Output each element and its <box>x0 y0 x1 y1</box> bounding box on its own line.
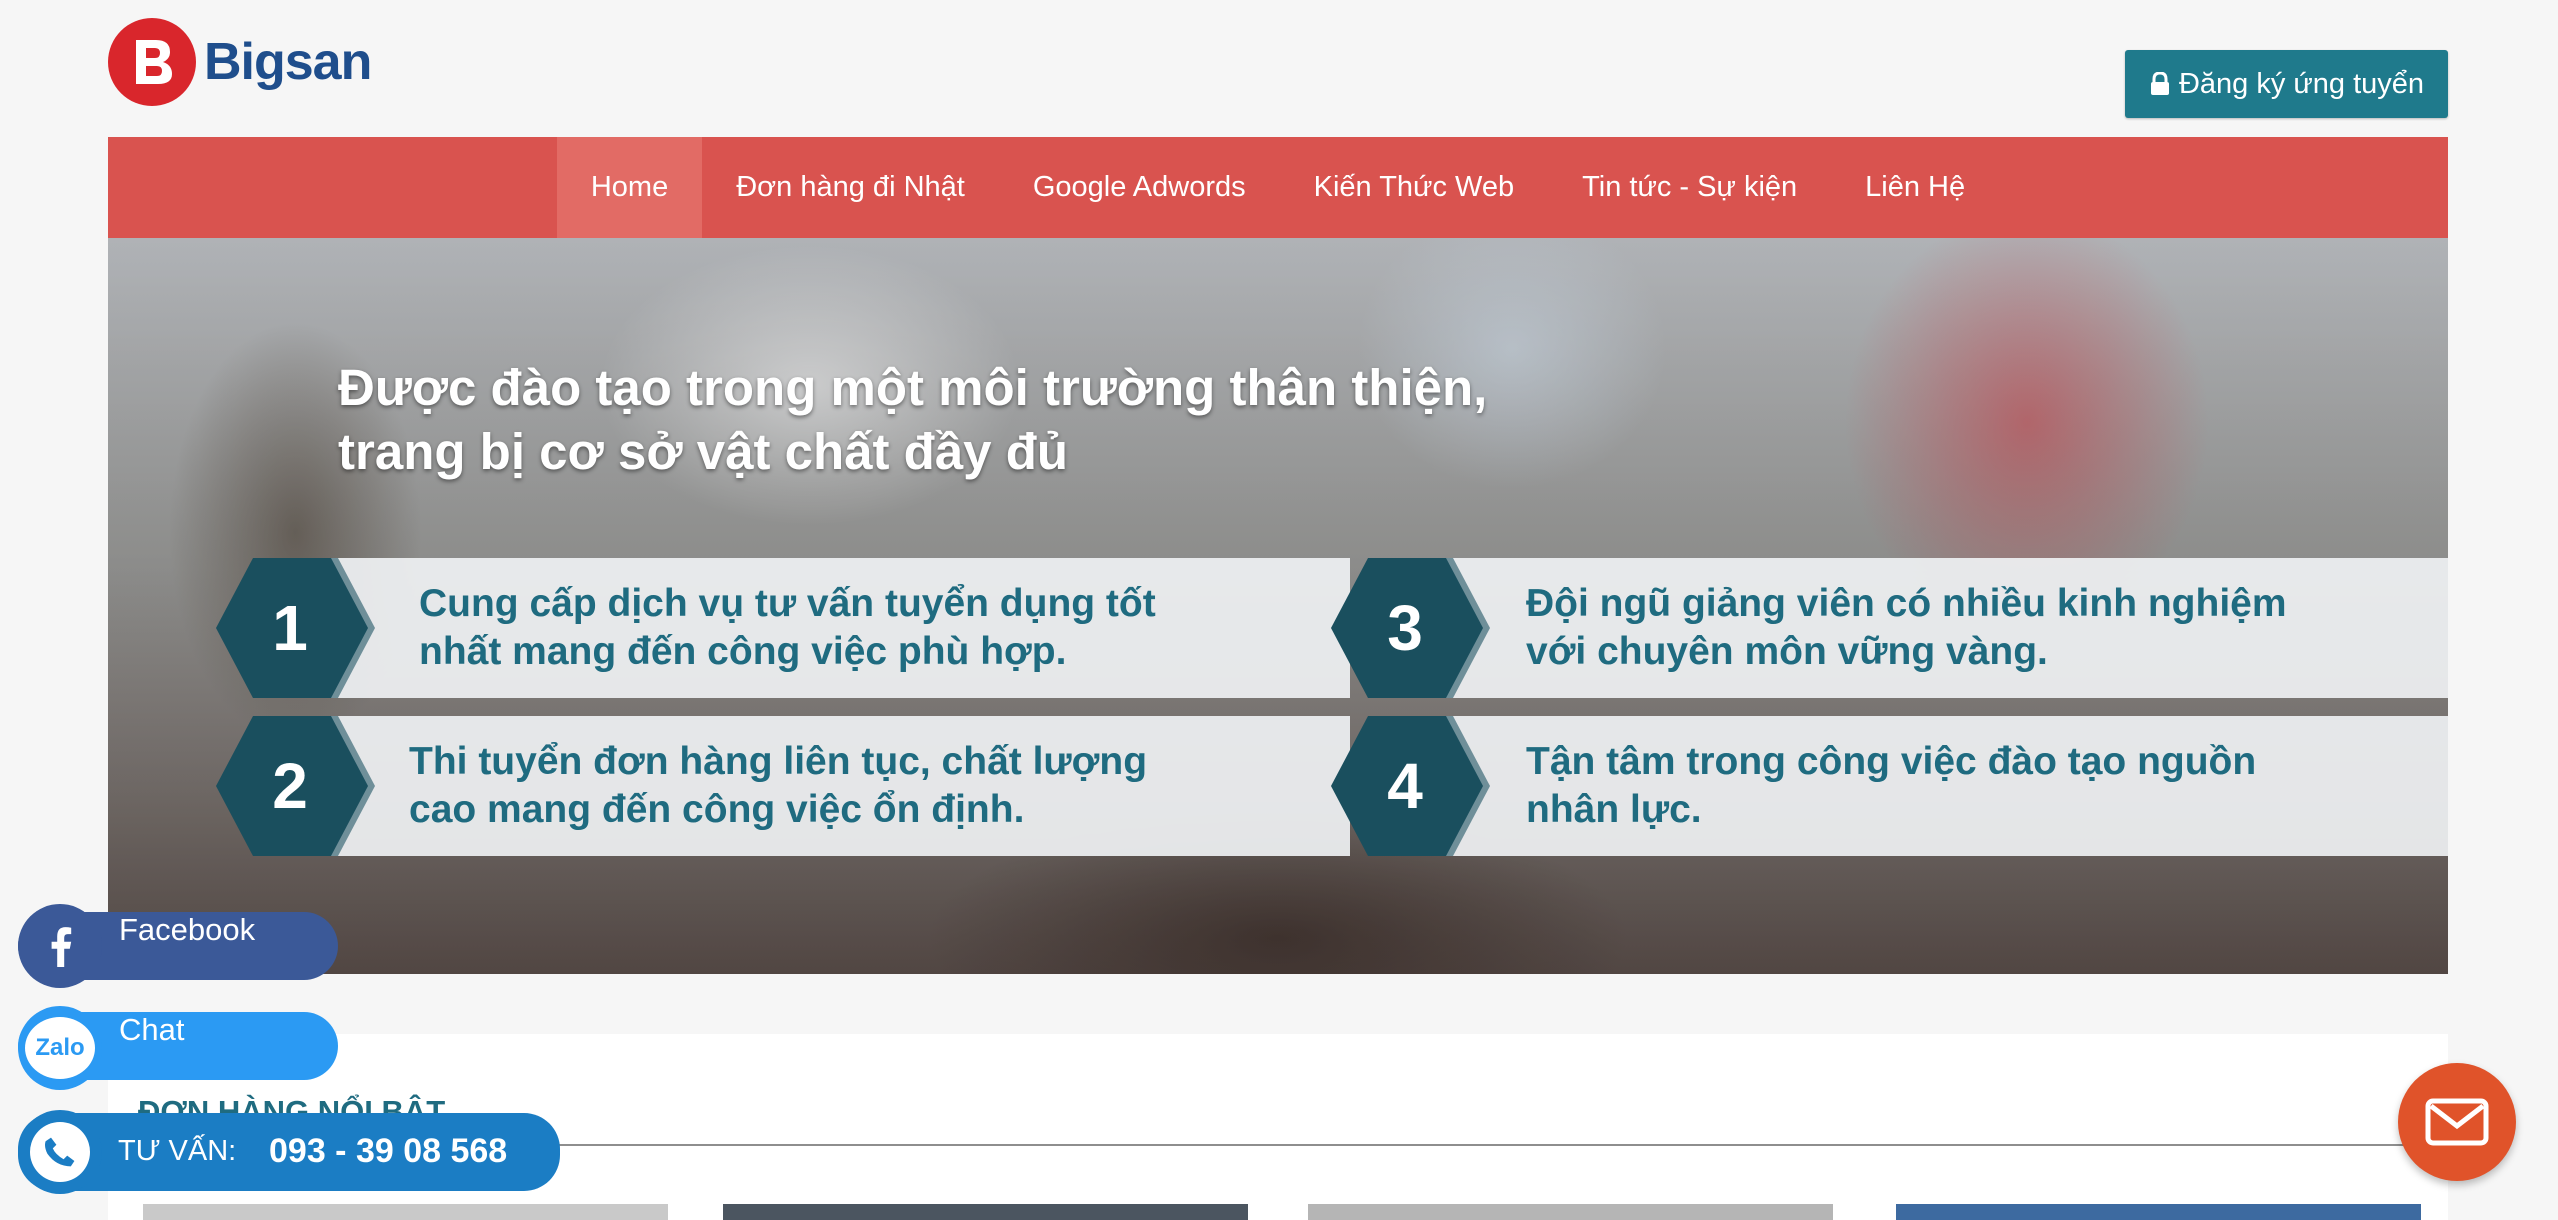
lock-icon <box>2150 72 2169 95</box>
feature-text-line: nhân lực. <box>1526 788 1702 831</box>
hexagon-badge: 1 <box>215 556 375 700</box>
register-button-label: Đăng ký ứng tuyển <box>2178 67 2425 100</box>
zalo-icon: Zalo <box>18 1006 102 1090</box>
nav-item-home[interactable]: Home <box>556 137 703 238</box>
zalo-icon-text: Zalo <box>25 1017 95 1079</box>
logo-b-icon <box>108 18 196 106</box>
feature-item-2: Thi tuyển đơn hàng liên tục, chất lượng … <box>215 716 1350 856</box>
order-thumbnail[interactable] <box>143 1204 668 1220</box>
hexagon-badge: 2 <box>215 714 375 858</box>
nav-item-contact[interactable]: Liên Hệ <box>1831 137 1999 238</box>
feature-panel: Cung cấp dịch vụ tư vấn tuyển dụng tốt n… <box>335 558 1350 698</box>
feature-text-line: Tận tâm trong công việc đào tạo nguồn <box>1526 740 2257 783</box>
nav-item-google-adwords[interactable]: Google Adwords <box>999 137 1280 238</box>
main-nav: Home Đơn hàng đi Nhật Google Adwords Kiế… <box>108 137 2448 238</box>
order-thumbnail[interactable] <box>1308 1204 1833 1220</box>
feature-panel: Tận tâm trong công việc đào tạo nguồn nh… <box>1450 716 2448 856</box>
site-logo[interactable]: Bigsan <box>108 18 372 106</box>
phone-consult-button[interactable]: TƯ VẤN: 093 - 39 08 568 <box>18 1110 560 1194</box>
feature-item-3: Đội ngũ giảng viên có nhiều kinh nghiệm … <box>1330 558 2448 698</box>
zalo-chat-button[interactable]: Zalo Chat <box>18 1006 338 1090</box>
facebook-label: Facebook <box>119 912 256 947</box>
nav-item-japan-orders[interactable]: Đơn hàng đi Nhật <box>702 137 999 238</box>
nav-item-news-events[interactable]: Tin tức - Sự kiện <box>1548 137 1831 238</box>
logo-text: Bigsan <box>204 33 372 91</box>
feature-text-line: Đội ngũ giảng viên có nhiều kinh nghiệm <box>1526 582 2287 625</box>
feature-number: 4 <box>1387 750 1423 822</box>
facebook-float-button[interactable]: Facebook <box>18 904 338 988</box>
feature-number: 3 <box>1387 592 1423 664</box>
feature-number: 2 <box>272 750 308 822</box>
feature-text-line: nhất mang đến công việc phù hợp. <box>419 630 1067 673</box>
phone-prefix: TƯ VẤN: <box>118 1135 237 1167</box>
phone-icon <box>18 1110 102 1194</box>
feature-panel: Thi tuyển đơn hàng liên tục, chất lượng … <box>335 716 1350 856</box>
mail-icon <box>2425 1098 2489 1146</box>
phone-number: 093 - 39 08 568 <box>269 1132 508 1170</box>
feature-number: 1 <box>272 592 308 664</box>
feature-text-line: cao mang đến công việc ổn định. <box>409 788 1025 831</box>
nav-item-web-knowledge[interactable]: Kiến Thức Web <box>1280 137 1549 238</box>
facebook-icon <box>18 904 102 988</box>
mail-float-button[interactable] <box>2398 1063 2516 1181</box>
zalo-label: Chat <box>119 1012 185 1047</box>
feature-text-line: với chuyên môn vững vàng. <box>1526 630 2048 673</box>
hero-title-line-2: trang bị cơ sở vật chất đầy đủ <box>338 423 1069 480</box>
feature-item-1: Cung cấp dịch vụ tư vấn tuyển dụng tốt n… <box>215 558 1350 698</box>
feature-text-line: Thi tuyển đơn hàng liên tục, chất lượng <box>409 740 1148 783</box>
hero-title-line-1: Được đào tạo trong một môi trường thân t… <box>338 359 1488 416</box>
hexagon-badge: 4 <box>1330 714 1490 858</box>
order-thumbnail[interactable] <box>723 1204 1248 1220</box>
feature-panel: Đội ngũ giảng viên có nhiều kinh nghiệm … <box>1450 558 2448 698</box>
feature-item-4: Tận tâm trong công việc đào tạo nguồn nh… <box>1330 716 2448 856</box>
hero-title: Được đào tạo trong một môi trường thân t… <box>338 356 1538 484</box>
hexagon-badge: 3 <box>1330 556 1490 700</box>
feature-text-line: Cung cấp dịch vụ tư vấn tuyển dụng tốt <box>419 582 1156 625</box>
hero-banner: Được đào tạo trong một môi trường thân t… <box>108 238 2448 974</box>
register-button[interactable]: Đăng ký ứng tuyển <box>2125 50 2448 118</box>
order-thumbnail[interactable] <box>1896 1204 2421 1220</box>
